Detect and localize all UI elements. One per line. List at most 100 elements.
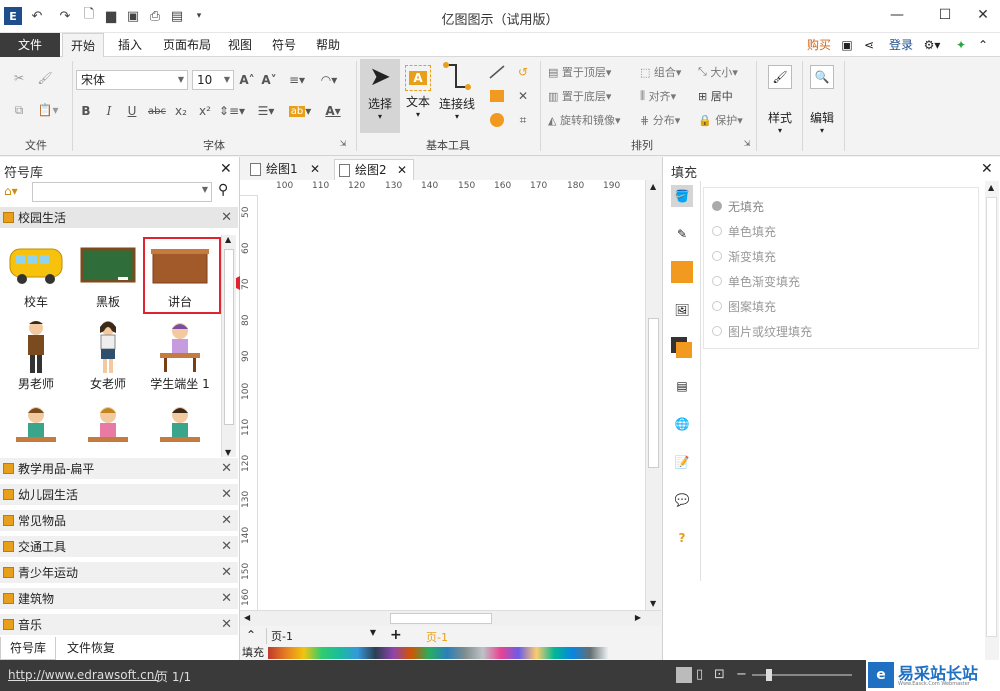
gear-icon[interactable]: ⚙▾ [920,33,944,57]
select-tool-button[interactable]: ➤ 选择 ▾ [360,59,400,133]
library-scrollbar[interactable]: ▲ ▼ [221,235,236,457]
document-tab[interactable]: 绘图1 ✕ [246,159,326,180]
home-icon[interactable]: ⌂▾ [4,184,28,202]
send-to-back-button[interactable]: ▥ 置于底层 ▾ [548,87,628,105]
drawing-canvas[interactable] [258,195,645,610]
italic-icon[interactable]: I [101,101,117,121]
shape-item[interactable]: 黑板 [72,237,144,310]
library-category[interactable]: 建筑物 ✕ [0,588,238,610]
strikethrough-icon[interactable]: abc [146,101,168,121]
scroll-thumb[interactable] [986,197,997,637]
tab-insert[interactable]: 插入 [110,33,150,57]
collapse-ribbon-icon[interactable]: ⌃ [974,33,992,57]
crop-tool-icon[interactable]: ⌗ [512,111,534,129]
tab-view[interactable]: 视图 [222,33,258,57]
library-category[interactable]: 幼儿园生活 ✕ [0,484,238,506]
scroll-right-icon[interactable]: ▶ [635,613,641,622]
protect-button[interactable]: 🔒 保护 ▾ [698,111,748,129]
fill-bucket-icon[interactable]: 🪣 [671,185,693,207]
add-page-icon[interactable]: + [390,627,402,643]
paragraph-align-icon[interactable]: ≡▾ [284,70,310,90]
fill-option-solid[interactable]: 单色填充 [712,223,776,240]
font-name-select[interactable]: 宋体 ▼ [76,70,188,90]
font-size-select[interactable]: 10 ▼ [192,70,234,90]
close-window-button[interactable]: ✕ [968,4,998,26]
superscript-icon[interactable]: x² [196,101,214,121]
panel-scrollbar[interactable]: ▲ [985,181,999,661]
paste-icon[interactable]: 📋▾ [34,99,62,121]
tab-symbol[interactable]: 符号 [266,33,302,57]
scroll-up-icon[interactable]: ▲ [650,182,656,191]
scroll-left-icon[interactable]: ◀ [244,613,250,622]
library-category[interactable]: 教学用品-扁平 ✕ [0,458,238,480]
cut-icon[interactable]: ✂ [8,67,30,89]
tab-symbol-library[interactable]: 符号库 [0,637,56,660]
document-tab-active[interactable]: 绘图2 ✕ [334,159,414,180]
size-button[interactable]: ⤡ 大小 ▾ [698,63,748,81]
layers-icon[interactable] [671,337,693,359]
comment-icon[interactable]: 💬 [671,489,693,511]
copy-icon[interactable]: ⧉ [8,99,30,121]
scroll-down-icon[interactable]: ▼ [650,599,656,608]
format-painter-icon[interactable]: 🖌 [34,67,56,89]
fill-option-mono-gradient[interactable]: 单色渐变填充 [712,273,800,290]
fill-option-gradient[interactable]: 渐变填充 [712,248,776,265]
close-icon[interactable]: ✕ [981,161,993,177]
rectangle-tool-icon[interactable] [486,87,508,105]
line-style-icon[interactable]: ✎ [671,223,693,245]
arc-tool-icon[interactable]: ↺ [512,63,534,81]
fill-option-picture[interactable]: 图片或纹理填充 [712,323,812,340]
color-palette[interactable] [268,647,608,659]
zoom-out-icon[interactable]: − [736,667,747,682]
close-icon[interactable]: ✕ [221,614,232,636]
buy-link[interactable]: 购买 [802,33,836,57]
connector-tool-button[interactable]: 连接线 ▾ [436,59,478,133]
close-icon[interactable]: ✕ [397,160,407,181]
subscript-icon[interactable]: x₂ [172,101,190,121]
theme-icon[interactable]: ✦ [952,33,970,57]
library-search-input[interactable]: ▼ [32,182,212,202]
close-icon[interactable]: ✕ [221,510,232,532]
zoom-slider-handle[interactable] [766,669,772,681]
close-icon[interactable]: ✕ [221,458,232,480]
scroll-up-icon[interactable]: ▲ [225,235,231,244]
scroll-up-icon[interactable]: ▲ [988,183,994,192]
image-icon[interactable]: 🖼 [671,299,693,321]
close-icon[interactable]: ✕ [221,484,232,506]
library-category[interactable]: 青少年运动 ✕ [0,562,238,584]
tab-page-layout[interactable]: 页面布局 [156,33,218,57]
canvas-horizontal-scrollbar[interactable]: ◀ ▶ [240,610,661,626]
font-dialog-launcher-icon[interactable]: ⇲ [338,137,348,149]
website-link[interactable]: http://www.edrawsoft.cn/ [8,668,158,682]
close-icon[interactable]: ✕ [310,159,320,180]
underline-icon[interactable]: U [124,101,140,121]
edit-button[interactable]: 🔍 编辑 ▾ [804,61,840,141]
search-icon[interactable]: ⚲ [218,182,228,198]
file-menu[interactable]: 文件 [0,33,60,57]
font-color-icon[interactable]: A▾ [320,101,346,121]
maximize-button[interactable]: ☐ [930,4,960,26]
fit-page-icon[interactable] [676,667,692,683]
document-edit-icon[interactable]: 📝 [671,451,693,473]
close-icon[interactable]: ✕ [221,207,232,229]
tab-start[interactable]: 开始 [62,33,104,58]
minimize-button[interactable]: — [882,4,912,26]
page-list-chevron-icon[interactable]: ⌃ [246,628,256,642]
data-sheet-icon[interactable]: ▤ [671,375,693,397]
grow-font-icon[interactable]: A˄ [238,70,256,90]
bring-to-front-button[interactable]: ▤ 置于顶层 ▾ [548,63,628,81]
highlight-color-icon[interactable]: ab ▾ [286,101,314,121]
presentation-icon[interactable]: ⊡ [714,667,725,682]
close-icon[interactable]: ✕ [220,161,232,177]
shape-item[interactable]: 校车 [0,237,72,310]
text-tool-button[interactable]: A 文本 ▾ [402,59,434,133]
tab-help[interactable]: 帮助 [310,33,346,57]
library-category[interactable]: 交通工具 ✕ [0,536,238,558]
account-icon[interactable]: ▣ [838,33,856,57]
fill-option-none[interactable]: 无填充 [712,198,764,215]
page-selector[interactable]: 页-1 ▼ [266,628,378,644]
library-category-current[interactable]: 校园生活 ✕ [0,207,238,229]
library-category[interactable]: 音乐 ✕ [0,614,238,636]
close-icon[interactable]: ✕ [221,588,232,610]
library-category[interactable]: 常见物品 ✕ [0,510,238,532]
